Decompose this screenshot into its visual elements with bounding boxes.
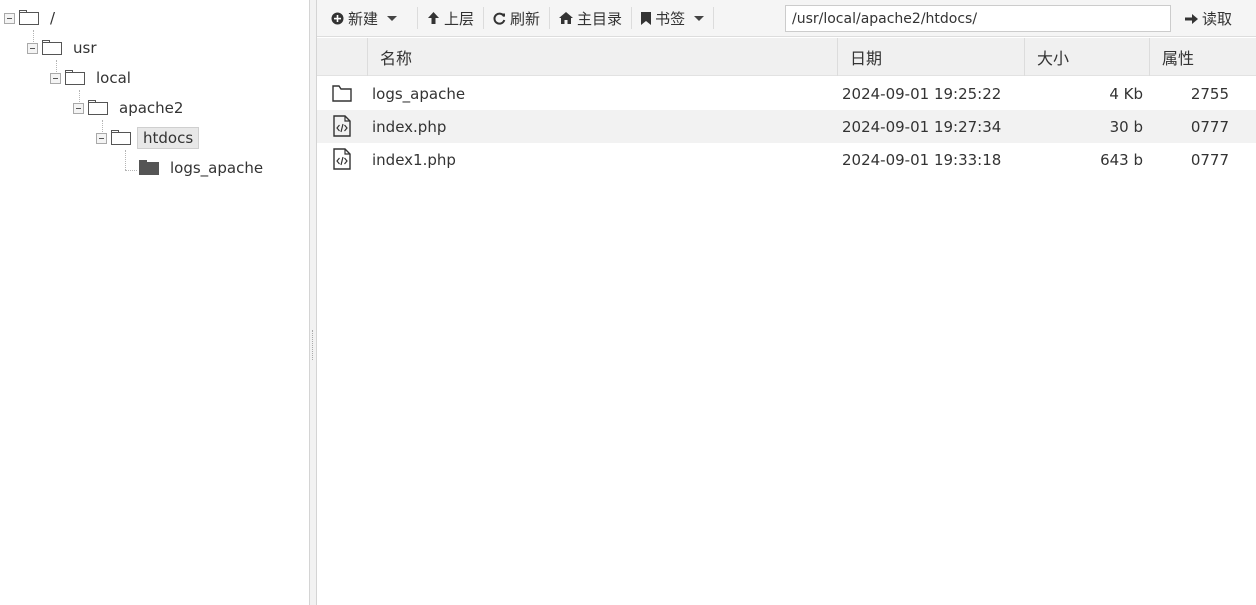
header-name[interactable]: 名称: [367, 38, 837, 76]
collapse-toggle-icon[interactable]: [27, 42, 38, 54]
tree-line: [125, 170, 137, 171]
file-attr[interactable]: 0777: [1149, 143, 1229, 176]
file-attr[interactable]: 0777: [1149, 110, 1229, 143]
file-name[interactable]: index1.php: [372, 143, 456, 176]
header-attr[interactable]: 属性: [1149, 38, 1256, 76]
directory-tree: / usr local apache2 htdocs logs_apache: [0, 0, 310, 605]
up-button-label: 上层: [444, 9, 475, 28]
collapse-toggle-icon[interactable]: [96, 132, 107, 144]
tree-node-htdocs[interactable]: htdocs: [96, 126, 200, 150]
table-row[interactable]: index.php 2024-09-01 19:27:34 30 b 0777: [317, 110, 1256, 143]
up-button[interactable]: 上层: [418, 4, 483, 32]
file-size: 643 b: [1100, 150, 1143, 169]
tree-node-label[interactable]: logs_apache: [165, 158, 268, 178]
refresh-button[interactable]: 刷新: [484, 4, 549, 32]
file-name[interactable]: index.php: [372, 110, 446, 143]
arrow-up-icon: [427, 11, 440, 25]
file-browser-panel: 新建 上层 刷新 主目录 书签 /usr/local/apache2/htdoc…: [317, 0, 1256, 605]
table-row[interactable]: index1.php 2024-09-01 19:33:18 643 b 077…: [317, 143, 1256, 176]
table-row[interactable]: logs_apache 2024-09-01 19:25:22 4 Kb 275…: [317, 77, 1256, 110]
file-attr[interactable]: 2755: [1149, 77, 1229, 110]
tree-line: [125, 150, 126, 170]
bookmark-icon: [641, 11, 652, 25]
folder-open-icon: [42, 40, 62, 56]
tree-node-usr[interactable]: usr: [27, 36, 102, 60]
panel-splitter[interactable]: [310, 0, 317, 605]
folder-open-icon: [19, 10, 39, 26]
new-button-label: 新建: [348, 9, 379, 28]
header-date[interactable]: 日期: [837, 38, 1024, 76]
folder-icon: [332, 85, 352, 102]
tree-node-label[interactable]: apache2: [114, 98, 188, 118]
plus-circle-icon: [331, 12, 344, 25]
bookmark-button-label: 书签: [655, 9, 686, 28]
read-button[interactable]: 读取: [1179, 5, 1238, 32]
tree-node-label[interactable]: /: [45, 8, 60, 28]
header-icon-column: [317, 38, 367, 76]
refresh-icon: [493, 12, 506, 25]
folder-open-icon: [65, 70, 85, 86]
refresh-button-label: 刷新: [510, 9, 541, 28]
file-date: 2024-09-01 19:25:22: [842, 84, 1002, 103]
path-input[interactable]: [785, 5, 1171, 32]
chevron-down-icon: [694, 15, 705, 21]
tree-node-apache2[interactable]: apache2: [73, 96, 188, 120]
php-file-icon: [333, 115, 351, 137]
collapse-toggle-icon[interactable]: [4, 12, 15, 24]
home-icon: [559, 12, 574, 24]
file-table-header: 名称 日期 大小 属性: [317, 38, 1256, 76]
chevron-down-icon: [387, 15, 398, 21]
file-date: 2024-09-01 19:27:34: [842, 117, 1002, 136]
file-date: 2024-09-01 19:33:18: [842, 150, 1002, 169]
tree-node-logs-apache[interactable]: logs_apache: [137, 156, 268, 180]
folder-open-icon: [88, 100, 108, 116]
bookmark-button[interactable]: 书签: [632, 4, 713, 32]
arrow-right-icon: [1185, 13, 1198, 25]
toolbar: 新建 上层 刷新 主目录 书签 /usr/local/apache2/htdoc…: [317, 0, 1256, 37]
new-dropdown-spacer: [406, 4, 417, 32]
collapse-toggle-icon[interactable]: [50, 72, 61, 84]
collapse-toggle-icon[interactable]: [73, 102, 84, 114]
home-button[interactable]: 主目录: [550, 4, 631, 32]
toolbar-divider: [713, 7, 715, 29]
php-file-icon: [333, 148, 351, 170]
folder-open-icon: [111, 130, 131, 146]
new-button[interactable]: 新建: [317, 4, 406, 32]
file-name[interactable]: logs_apache: [372, 77, 465, 110]
read-button-label: 读取: [1202, 10, 1233, 28]
home-button-label: 主目录: [577, 9, 623, 28]
tree-node-label-selected[interactable]: htdocs: [137, 127, 200, 149]
file-size: 30 b: [1109, 117, 1143, 136]
tree-node-label[interactable]: usr: [68, 38, 102, 58]
splitter-grip-icon[interactable]: [312, 330, 314, 360]
file-size: 4 Kb: [1109, 84, 1143, 103]
folder-closed-icon: [139, 160, 159, 176]
header-size[interactable]: 大小: [1024, 38, 1149, 76]
tree-node-label[interactable]: local: [91, 68, 136, 88]
tree-node-root[interactable]: /: [4, 6, 60, 30]
tree-node-local[interactable]: local: [50, 66, 136, 90]
